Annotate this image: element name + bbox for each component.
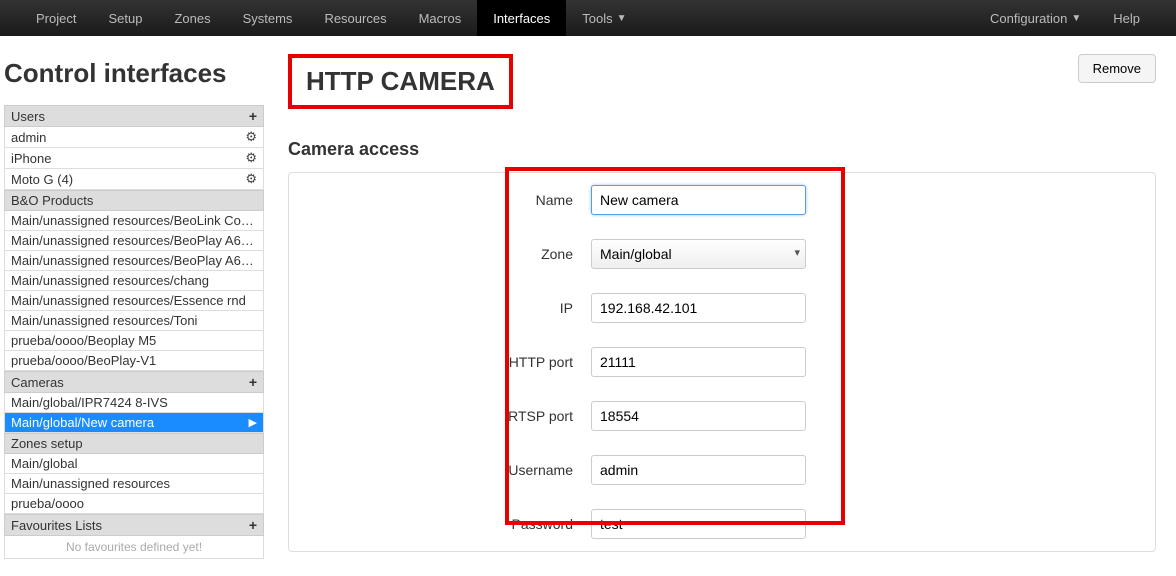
- group-header-label: Users: [11, 109, 45, 124]
- http-port-input[interactable]: [591, 347, 806, 377]
- caret-down-icon: ▼: [1071, 13, 1081, 24]
- nav-macros[interactable]: Macros: [403, 0, 478, 36]
- list-item[interactable]: admin ⚙: [4, 127, 264, 148]
- name-label: Name: [289, 192, 591, 208]
- list-item[interactable]: Main/unassigned resources/Toni: [4, 311, 264, 331]
- ip-input[interactable]: [591, 293, 806, 323]
- username-label: Username: [289, 462, 591, 478]
- plus-icon[interactable]: +: [249, 108, 257, 124]
- list-item-label: Main/unassigned resources/BeoPlay A6…: [11, 233, 254, 248]
- gear-icon[interactable]: ⚙: [245, 171, 257, 187]
- plus-icon[interactable]: +: [249, 374, 257, 390]
- group-header-users: Users +: [4, 105, 264, 127]
- list-item[interactable]: Main/unassigned resources/BeoLink Co…: [4, 211, 264, 231]
- arrow-right-icon: ▶: [249, 416, 257, 429]
- list-item-label: Moto G (4): [11, 172, 73, 187]
- list-item-label: Main/unassigned resources: [11, 476, 170, 491]
- list-item[interactable]: Main/unassigned resources/BeoPlay A6…: [4, 251, 264, 271]
- list-item[interactable]: prueba/oooo/BeoPlay-V1: [4, 351, 264, 371]
- list-item-label: Main/unassigned resources/BeoPlay A6…: [11, 253, 254, 268]
- zone-label: Zone: [289, 246, 591, 262]
- nav-setup[interactable]: Setup: [92, 0, 158, 36]
- list-item[interactable]: Main/global/New camera ▶: [4, 413, 264, 433]
- gear-icon[interactable]: ⚙: [245, 129, 257, 145]
- ip-label: IP: [289, 300, 591, 316]
- group-header-cameras: Cameras +: [4, 371, 264, 393]
- empty-message: No favourites defined yet!: [4, 536, 264, 559]
- sidebar: Control interfaces Users+admin⚙iPhone⚙Mo…: [0, 46, 268, 572]
- gear-icon[interactable]: ⚙: [245, 150, 257, 166]
- caret-down-icon: ▼: [617, 13, 627, 24]
- section-title: Camera access: [288, 139, 1156, 160]
- nav-interfaces[interactable]: Interfaces: [477, 0, 566, 36]
- list-item-label: admin: [11, 130, 46, 145]
- list-item[interactable]: Main/unassigned resources/Essence rnd: [4, 291, 264, 311]
- rtsp-port-input[interactable]: [591, 401, 806, 431]
- password-input[interactable]: [591, 509, 806, 539]
- nav-help[interactable]: Help: [1097, 0, 1156, 36]
- nav-resources[interactable]: Resources: [308, 0, 402, 36]
- list-item-label: prueba/oooo/Beoplay M5: [11, 333, 156, 348]
- group-header-label: Zones setup: [11, 436, 83, 451]
- list-item[interactable]: Main/unassigned resources/chang: [4, 271, 264, 291]
- list-item[interactable]: Main/unassigned resources/BeoPlay A6…: [4, 231, 264, 251]
- list-item[interactable]: Main/unassigned resources: [4, 474, 264, 494]
- sidebar-title: Control interfaces: [4, 58, 264, 89]
- page-title-box: HTTP CAMERA: [288, 54, 513, 109]
- group-header-zones-setup: Zones setup: [4, 433, 264, 454]
- zone-select[interactable]: Main/global: [591, 239, 806, 269]
- list-item-label: prueba/oooo: [11, 496, 84, 511]
- list-item-label: Main/unassigned resources/Essence rnd: [11, 293, 246, 308]
- list-item[interactable]: Moto G (4) ⚙: [4, 169, 264, 190]
- password-label: Password: [289, 516, 591, 532]
- list-item[interactable]: prueba/oooo: [4, 494, 264, 514]
- navbar: ProjectSetupZonesSystemsResourcesMacrosI…: [0, 0, 1176, 36]
- nav-zones[interactable]: Zones: [158, 0, 226, 36]
- camera-access-panel: Name Zone Main/global IP HTTP port: [288, 172, 1156, 552]
- list-item-label: Main/unassigned resources/Toni: [11, 313, 197, 328]
- plus-icon[interactable]: +: [249, 517, 257, 533]
- list-item-label: Main/unassigned resources/chang: [11, 273, 209, 288]
- list-item-label: Main/global/New camera: [11, 415, 154, 430]
- list-item[interactable]: iPhone ⚙: [4, 148, 264, 169]
- remove-button[interactable]: Remove: [1078, 54, 1156, 83]
- list-item-label: iPhone: [11, 151, 51, 166]
- nav-left: ProjectSetupZonesSystemsResourcesMacrosI…: [20, 0, 643, 36]
- nav-configuration-label: Configuration: [990, 11, 1067, 26]
- rtsp-port-label: RTSP port: [289, 408, 591, 424]
- content: HTTP CAMERA Remove Camera access Name Zo…: [268, 46, 1176, 572]
- group-header-favourites-lists: Favourites Lists +: [4, 514, 264, 536]
- page-title: HTTP CAMERA: [306, 66, 495, 97]
- group-header-b-o-products: B&O Products: [4, 190, 264, 211]
- nav-project[interactable]: Project: [20, 0, 92, 36]
- list-item-label: Main/global: [11, 456, 78, 471]
- nav-systems[interactable]: Systems: [227, 0, 309, 36]
- http-port-label: HTTP port: [289, 354, 591, 370]
- username-input[interactable]: [591, 455, 806, 485]
- list-item[interactable]: Main/global/IPR7424 8-IVS: [4, 393, 264, 413]
- name-input[interactable]: [591, 185, 806, 215]
- group-header-label: Favourites Lists: [11, 518, 102, 533]
- group-header-label: Cameras: [11, 375, 64, 390]
- list-item-label: Main/global/IPR7424 8-IVS: [11, 395, 168, 410]
- list-item[interactable]: prueba/oooo/Beoplay M5: [4, 331, 264, 351]
- list-item[interactable]: Main/global: [4, 454, 264, 474]
- nav-tools[interactable]: Tools ▼: [566, 0, 642, 36]
- group-header-label: B&O Products: [11, 193, 93, 208]
- list-item-label: Main/unassigned resources/BeoLink Co…: [11, 213, 254, 228]
- nav-right: Configuration ▼ Help: [974, 0, 1156, 36]
- nav-configuration[interactable]: Configuration ▼: [974, 0, 1097, 36]
- list-item-label: prueba/oooo/BeoPlay-V1: [11, 353, 156, 368]
